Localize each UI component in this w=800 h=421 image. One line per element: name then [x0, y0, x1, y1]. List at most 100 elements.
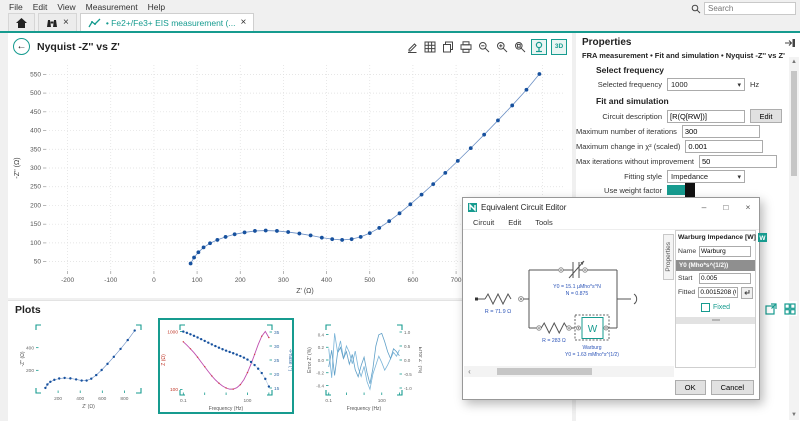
fitting-style-label: Fitting style [576, 172, 662, 181]
section-select-frequency: Select frequency [596, 65, 800, 75]
dialog-properties-tab[interactable]: Properties [663, 234, 674, 280]
dialog-menu-edit[interactable]: Edit [502, 218, 527, 227]
zoom-out-icon[interactable] [477, 40, 491, 54]
copy-fitted-to-start-button[interactable] [741, 287, 753, 299]
chart-tab-icon [88, 18, 101, 28]
svg-text:1000: 1000 [167, 329, 178, 335]
hscrollbar-thumb[interactable] [497, 368, 592, 375]
menu-help[interactable]: Help [143, 1, 170, 13]
dialog-titlebar[interactable]: Equivalent Circuit Editor – □ × [463, 198, 759, 216]
svg-text:800: 800 [120, 396, 128, 402]
svg-text:550: 550 [30, 71, 41, 78]
back-button[interactable]: ← [13, 38, 30, 55]
cancel-button[interactable]: Cancel [711, 380, 754, 395]
mini-plot-errors[interactable]: 0.1100-0.4-0.20.00.20.4-1.0-0.50.00.51.0… [304, 318, 424, 414]
r1-label: R = 71.9 Ω [485, 309, 512, 315]
circuit-diagram: R = 71.9 Ω Y0 = 15.1 µMho*s^N N = 0.875 … [471, 244, 676, 362]
start-field[interactable] [699, 273, 751, 284]
svg-text:250: 250 [30, 184, 41, 191]
max-change-field[interactable] [685, 140, 763, 153]
circuit-canvas[interactable]: R = 71.9 Ω Y0 = 15.1 µMho*s^N N = 0.875 … [463, 230, 759, 370]
svg-text:Error Z' (%): Error Z' (%) [307, 347, 313, 373]
close-icon[interactable]: × [63, 18, 69, 27]
scroll-left-icon[interactable]: ‹ [464, 367, 475, 376]
menu-edit[interactable]: Edit [28, 1, 53, 13]
svg-text:300: 300 [30, 165, 41, 172]
svg-text:25: 25 [274, 358, 280, 364]
tab-measurement[interactable]: • Fe2+/Fe3+ EIS measurement (... × [80, 13, 254, 31]
svg-text:500: 500 [364, 277, 375, 284]
svg-text:Z' (Ω): Z' (Ω) [296, 288, 313, 295]
home-icon [16, 18, 27, 28]
zoom-in-icon[interactable] [495, 40, 509, 54]
max-no-improvement-field[interactable] [699, 155, 777, 168]
fixed-checkbox[interactable] [701, 303, 710, 312]
back-arrow-icon: ← [17, 41, 27, 52]
chevron-down-icon: ▾ [737, 81, 741, 89]
svg-text:200: 200 [26, 368, 34, 374]
scrollbar-thumb[interactable] [791, 71, 797, 176]
svg-text:-Z'' (Ω): -Z'' (Ω) [14, 157, 21, 178]
svg-text:-200: -200 [61, 277, 74, 284]
warburg-label-2: Y0 = 1.63 mMho*s^(1/2) [565, 352, 619, 358]
svg-text:200: 200 [54, 396, 62, 402]
scroll-up-icon[interactable]: ▲ [789, 57, 799, 67]
minimize-icon[interactable]: – [693, 198, 715, 216]
tab-library[interactable]: × [38, 13, 77, 31]
dialog-horizontal-scrollbar[interactable]: ‹ [464, 366, 674, 377]
svg-text:0.2: 0.2 [318, 345, 325, 350]
tab-home[interactable] [8, 13, 35, 31]
data-grid-icon[interactable] [423, 40, 437, 54]
svg-text:200: 200 [30, 202, 41, 209]
fitted-field[interactable] [698, 287, 738, 298]
r2-label: R = 283 Ω [542, 338, 566, 344]
mini-plot-nyquist[interactable]: 200400600800200400Z' (Ω)-Z'' (Ω) [16, 318, 148, 412]
svg-text:200: 200 [235, 277, 246, 284]
properties-scrollbar[interactable]: ▲ ▼ [789, 57, 799, 420]
dock-right-icon[interactable] [784, 38, 796, 48]
fitting-style-select[interactable]: Impedance ▾ [667, 170, 745, 183]
menu-file[interactable]: File [4, 1, 28, 13]
dialog-menubar: Circuit Edit Tools [463, 216, 759, 230]
binoculars-icon [46, 18, 58, 28]
plots-grid-view-icon[interactable] [782, 301, 797, 316]
scroll-down-icon[interactable]: ▼ [789, 410, 799, 420]
cpe-label-1: Y0 = 15.1 µMho*s^N [553, 284, 601, 290]
zoom-reset-icon[interactable] [513, 40, 527, 54]
dialog-menu-circuit[interactable]: Circuit [467, 218, 500, 227]
ok-button[interactable]: OK [675, 380, 706, 395]
svg-text:Frequency (Hz): Frequency (Hz) [347, 406, 382, 412]
menu-view[interactable]: View [52, 1, 80, 13]
copy-icon[interactable] [441, 40, 455, 54]
svg-text:300: 300 [278, 277, 289, 284]
svg-text:600: 600 [407, 277, 418, 284]
svg-text:0.1: 0.1 [325, 398, 332, 404]
marker-toggle-button[interactable] [531, 39, 547, 55]
selected-frequency-value: 1000 [671, 80, 688, 89]
maximize-icon[interactable]: □ [715, 198, 737, 216]
cpe-label-2: N = 0.875 [566, 291, 589, 297]
svg-text:0.0: 0.0 [318, 358, 325, 363]
edit-circuit-button[interactable]: Edit [750, 109, 782, 123]
svg-text:-0.2: -0.2 [316, 371, 324, 376]
3d-icon: 3D [555, 43, 563, 50]
fixed-label: Fixed [713, 304, 730, 311]
mini-plot-bode-selected[interactable]: 0.110010010001520253035Frequency (Hz)Z (… [158, 318, 294, 414]
menu-measurement[interactable]: Measurement [81, 1, 143, 13]
search-input[interactable] [705, 3, 795, 14]
dialog-menu-tools[interactable]: Tools [529, 218, 559, 227]
close-icon[interactable]: × [737, 198, 759, 216]
svg-text:500: 500 [30, 90, 41, 97]
circuit-description-field[interactable] [667, 110, 745, 123]
print-icon[interactable] [459, 40, 473, 54]
popout-plots-icon[interactable] [763, 301, 778, 316]
start-label: Start [678, 275, 696, 282]
3d-toggle-button[interactable]: 3D [551, 39, 567, 55]
panel-splitter[interactable] [676, 317, 755, 324]
max-iterations-field[interactable] [682, 125, 760, 138]
weight-factor-toggle[interactable] [667, 185, 695, 195]
selected-frequency-select[interactable]: 1000 ▾ [667, 78, 745, 91]
close-icon[interactable]: × [240, 18, 246, 27]
edit-axes-icon[interactable] [405, 40, 419, 54]
name-field[interactable] [699, 246, 751, 257]
